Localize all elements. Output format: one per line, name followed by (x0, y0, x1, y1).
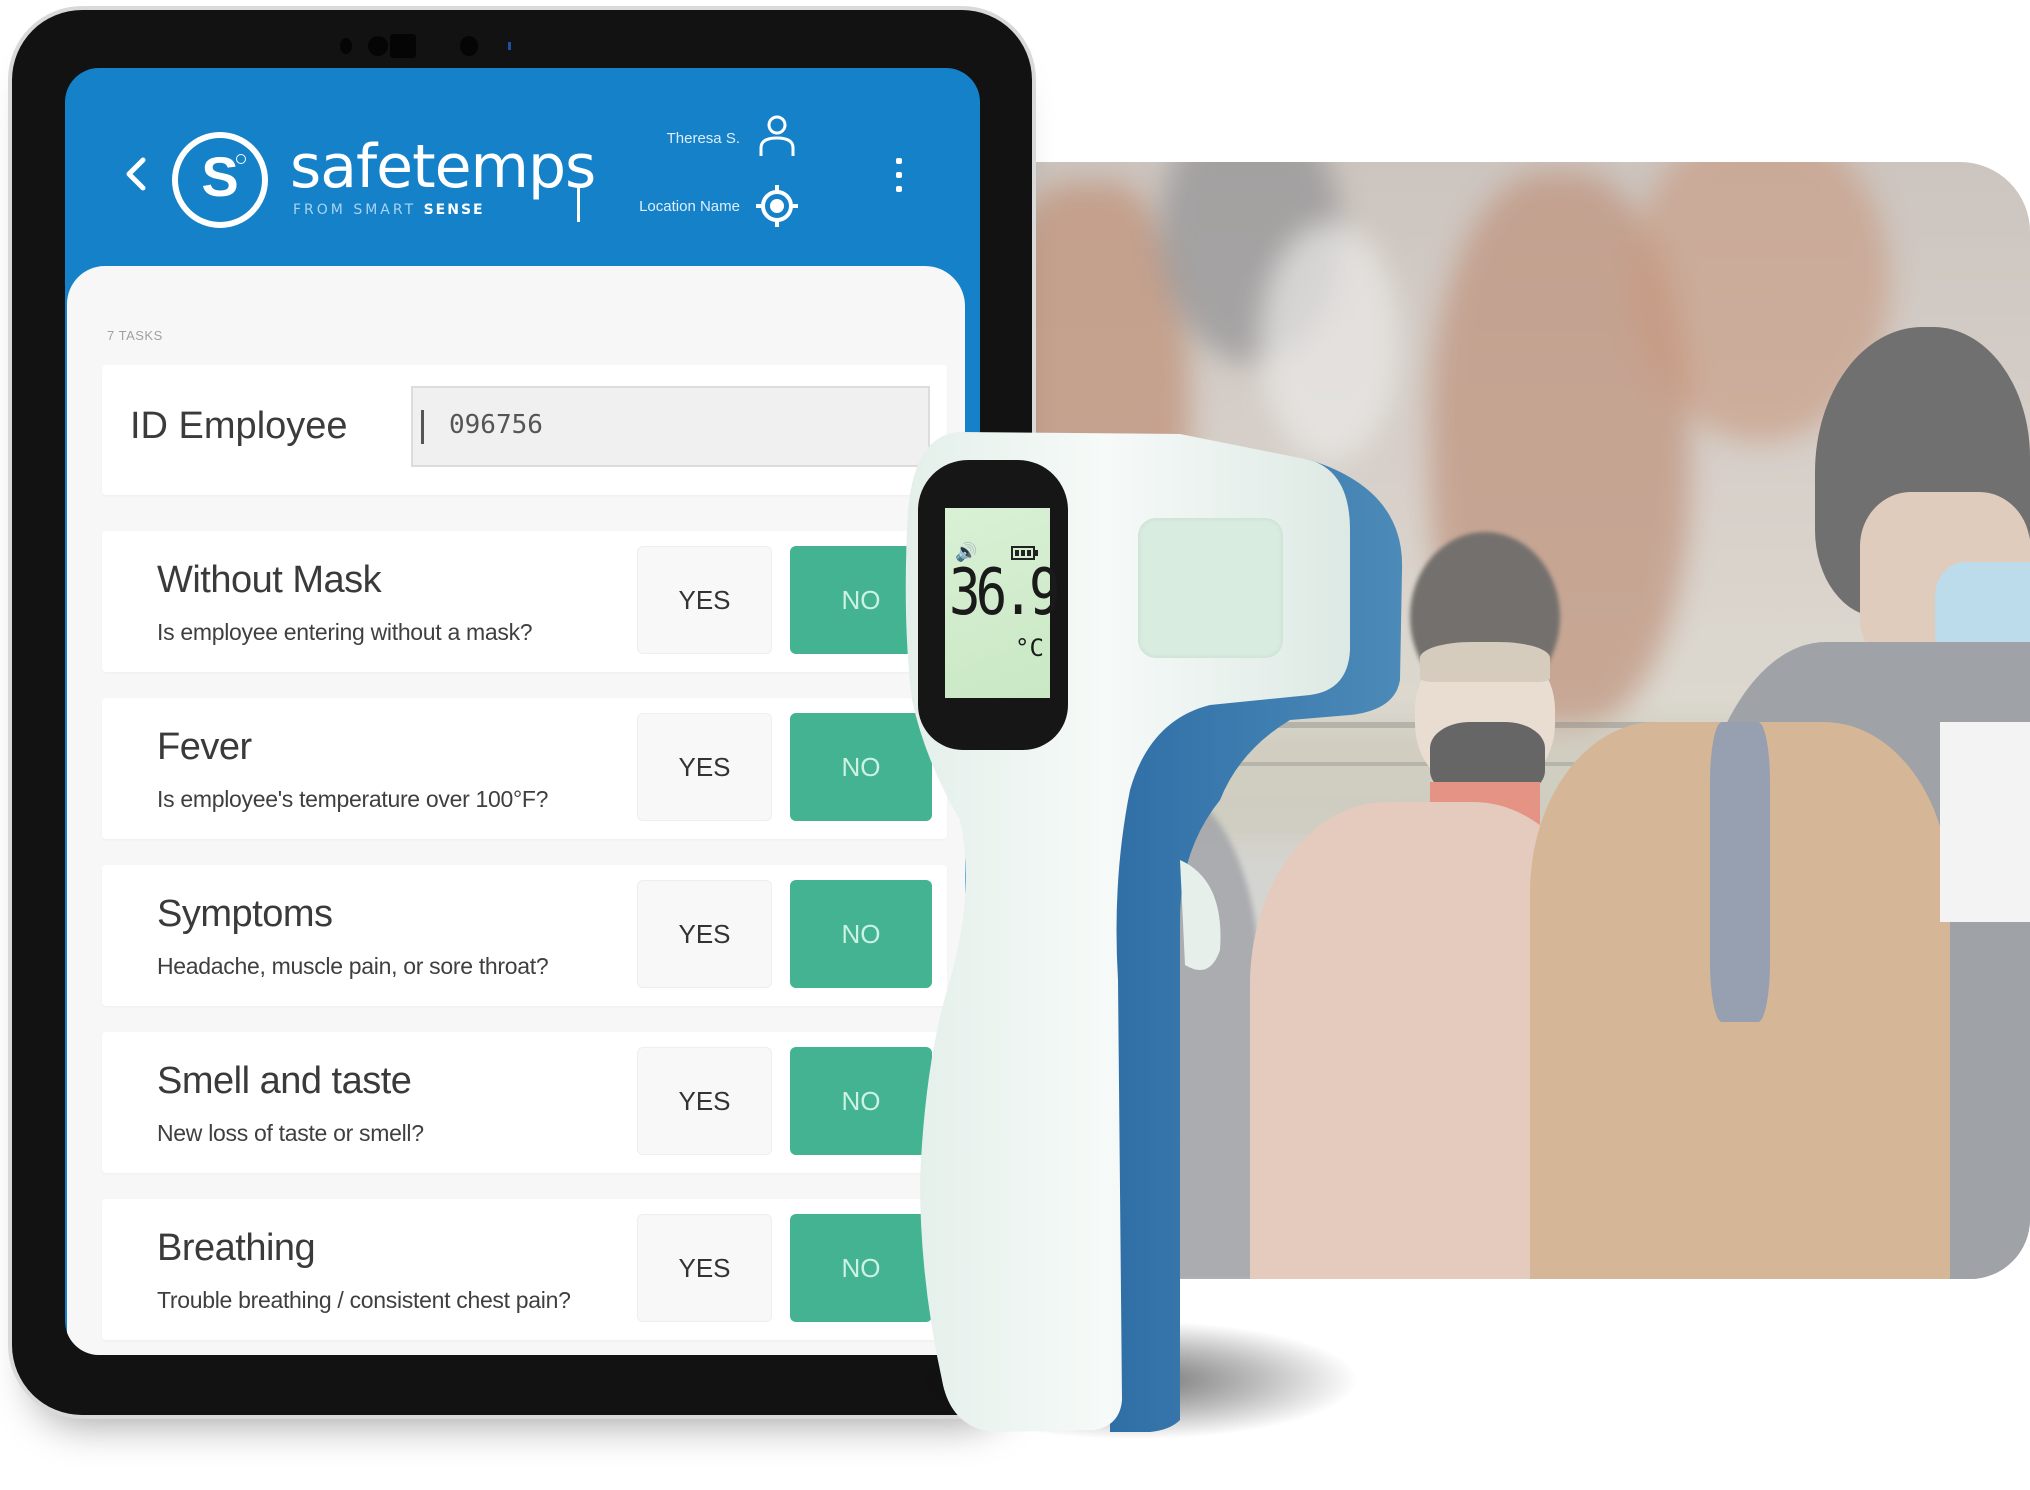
logo-letter: S (201, 145, 239, 208)
employee-id-row: ID Employee 096756 (102, 365, 947, 495)
brand-tagline: FROM SMART SENSE (293, 202, 485, 218)
yes-button[interactable]: YES (637, 713, 772, 821)
tablet-device: S safetemps FROM SMART SENSE Theresa S. … (12, 10, 1032, 1415)
yes-button[interactable]: YES (637, 546, 772, 654)
question-subtitle: Is employee's temperature over 100°F? (157, 786, 549, 812)
brand-tagline-suffix: SENSE (423, 202, 485, 218)
tablet-camera-bar (332, 32, 552, 60)
question-row-fever: Fever Is employee's temperature over 100… (102, 698, 947, 839)
yes-button[interactable]: YES (637, 880, 772, 988)
more-vertical-icon[interactable] (887, 158, 911, 198)
brand-divider (577, 186, 580, 222)
task-card: 7 TASKS ID Employee 096756 Without Mask … (67, 266, 965, 1355)
question-title: Fever (157, 726, 252, 768)
yes-button[interactable]: YES (637, 1214, 772, 1322)
infrared-thermometer: 🔊 36.9 °C (880, 420, 1420, 1460)
location-target-icon[interactable] (754, 183, 800, 229)
back-chevron-icon[interactable] (123, 156, 149, 192)
question-title: Smell and taste (157, 1060, 412, 1102)
question-row-symptoms: Symptoms Headache, muscle pain, or sore … (102, 865, 947, 1006)
user-icon[interactable] (757, 114, 797, 158)
app-screen: S safetemps FROM SMART SENSE Theresa S. … (65, 68, 980, 1355)
yes-button[interactable]: YES (637, 1047, 772, 1155)
question-subtitle: Is employee entering without a mask? (157, 619, 533, 645)
tasks-count: 7 TASKS (107, 328, 163, 343)
temperature-unit: °C (1015, 634, 1044, 662)
app-header: S safetemps FROM SMART SENSE Theresa S. … (65, 68, 980, 268)
thermometer-sensor-window (1138, 518, 1283, 658)
question-subtitle: New loss of taste or smell? (157, 1120, 424, 1146)
thermometer-lcd: 🔊 36.9 °C (945, 508, 1061, 698)
question-title: Without Mask (157, 559, 382, 601)
brand-name: safetemps (290, 132, 596, 202)
brand-tagline-prefix: FROM SMART (293, 202, 417, 218)
employee-id-input[interactable]: 096756 (411, 386, 930, 467)
location-name[interactable]: Location Name (639, 198, 740, 215)
employee-id-label: ID Employee (130, 405, 348, 447)
employee-id-value: 096756 (449, 410, 543, 440)
question-row-without-mask: Without Mask Is employee entering withou… (102, 531, 947, 672)
text-caret (421, 410, 424, 444)
question-title: Symptoms (157, 893, 333, 935)
brand-logo: S (172, 132, 268, 228)
question-row-breathing: Breathing Trouble breathing / consistent… (102, 1199, 947, 1340)
logo-degree-icon (236, 154, 246, 164)
question-row-smell-taste: Smell and taste New loss of taste or sme… (102, 1032, 947, 1173)
temperature-reading: 36.9 (949, 556, 1061, 630)
user-name[interactable]: Theresa S. (667, 130, 740, 147)
question-subtitle: Trouble breathing / consistent chest pai… (157, 1287, 571, 1313)
question-subtitle: Headache, muscle pain, or sore throat? (157, 953, 549, 979)
question-title: Breathing (157, 1227, 316, 1269)
